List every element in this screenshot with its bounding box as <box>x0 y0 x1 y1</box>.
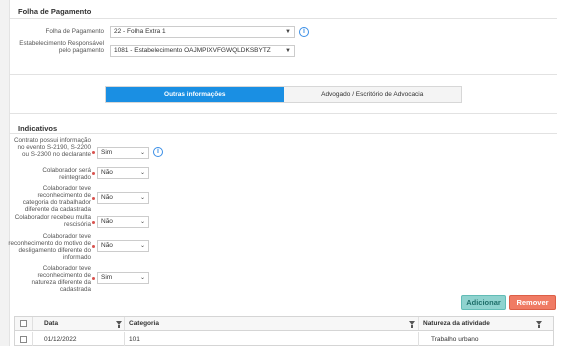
column-header-categoria[interactable]: Categoria <box>129 317 159 331</box>
select-natureza-value: Sim <box>101 274 113 281</box>
column-header-data[interactable]: Data <box>44 317 58 331</box>
column-divider <box>124 332 125 346</box>
select-all-checkbox[interactable] <box>20 320 27 327</box>
field-label-categoria: Colaborador teve reconhecimento de categ… <box>22 185 91 213</box>
section-divider <box>9 113 557 114</box>
cell-categoria: 101 <box>129 336 140 343</box>
info-icon[interactable]: i <box>153 147 163 157</box>
cell-data: 01/12/2022 <box>44 336 77 343</box>
column-divider <box>418 332 419 346</box>
section-divider <box>9 18 557 19</box>
chevron-down-icon: ⌄ <box>139 275 145 281</box>
tab-bar: Outras informações Advogado / Escritório… <box>105 86 462 103</box>
required-marker <box>92 277 95 280</box>
filter-icon[interactable] <box>116 321 122 328</box>
required-marker <box>92 151 95 154</box>
folha-label: Folha de Pagamento <box>45 28 104 35</box>
select-contrato-value: Sim <box>101 149 113 156</box>
folha-select-value: 22 - Folha Extra 1 <box>114 28 166 35</box>
estab-select-value: 1081 - Estabelecimento OAJMPIXVFGWQLDKSB… <box>114 47 271 54</box>
filter-icon[interactable] <box>536 321 542 328</box>
chevron-down-icon: ⌄ <box>139 150 145 156</box>
section-divider <box>9 74 557 75</box>
column-divider <box>418 317 419 330</box>
column-header-natureza[interactable]: Natureza da atividade <box>423 317 490 331</box>
field-label-multa: Colaborador recebeu multa rescisória <box>14 214 91 228</box>
remove-button[interactable]: Remover <box>509 295 556 310</box>
field-label-contrato: Contrato possui informação no evento S-2… <box>14 137 92 158</box>
cell-natureza: Trabalho urbano <box>431 336 479 343</box>
table-row[interactable]: 01/12/2022 101 Trabalho urbano <box>15 332 553 346</box>
select-reintegrado[interactable]: Não ⌄ <box>97 167 149 179</box>
estab-select[interactable]: 1081 - Estabelecimento OAJMPIXVFGWQLDKSB… <box>110 45 295 57</box>
field-label-reintegrado: Colaborador será reintegrado <box>42 167 91 181</box>
select-categoria[interactable]: Não ⌄ <box>97 192 149 204</box>
table-header: Data Categoria Natureza da atividade <box>15 317 553 331</box>
field-label-motivo: Colaborador teve reconhecimento do motiv… <box>8 233 91 261</box>
column-divider <box>32 317 33 330</box>
add-button[interactable]: Adicionar <box>461 295 506 310</box>
required-marker <box>92 197 95 200</box>
folha-select[interactable]: 22 - Folha Extra 1 ▼ <box>110 26 295 38</box>
section-divider <box>9 133 557 134</box>
select-motivo[interactable]: Não ⌄ <box>97 240 149 252</box>
estab-label: Estabelecimento Responsável pelo pagamen… <box>19 40 104 54</box>
required-marker <box>92 221 95 224</box>
chevron-down-icon: ▼ <box>285 48 291 54</box>
select-multa-value: Não <box>101 218 113 225</box>
chevron-down-icon: ⌄ <box>139 170 145 176</box>
info-icon[interactable]: i <box>299 27 309 37</box>
select-motivo-value: Não <box>101 242 113 249</box>
chevron-down-icon: ⌄ <box>139 243 145 249</box>
chevron-down-icon: ⌄ <box>139 195 145 201</box>
required-marker <box>92 245 95 248</box>
select-contrato[interactable]: Sim ⌄ <box>97 147 149 159</box>
row-checkbox[interactable] <box>20 336 27 343</box>
select-reintegrado-value: Não <box>101 169 113 176</box>
data-table: Data Categoria Natureza da atividade 01/… <box>14 316 554 346</box>
section-title-folha: Folha de Pagamento <box>18 7 92 16</box>
tab-advogado[interactable]: Advogado / Escritório de Advocacia <box>283 87 461 102</box>
chevron-down-icon: ▼ <box>285 29 291 35</box>
column-divider <box>124 317 125 330</box>
filter-icon[interactable] <box>409 321 415 328</box>
section-title-indicativos: Indicativos <box>18 124 58 133</box>
select-categoria-value: Não <box>101 194 113 201</box>
select-natureza[interactable]: Sim ⌄ <box>97 272 149 284</box>
column-divider <box>32 332 33 346</box>
select-multa[interactable]: Não ⌄ <box>97 216 149 228</box>
required-marker <box>92 172 95 175</box>
tab-outras-informacoes[interactable]: Outras informações <box>106 87 284 102</box>
chevron-down-icon: ⌄ <box>139 219 145 225</box>
field-label-natureza: Colaborador teve reconhecimento de natur… <box>31 265 91 293</box>
